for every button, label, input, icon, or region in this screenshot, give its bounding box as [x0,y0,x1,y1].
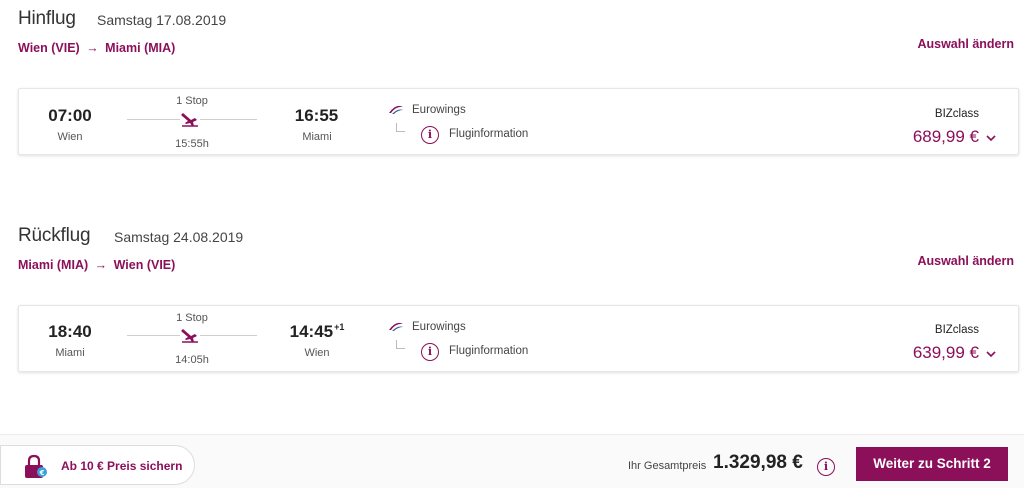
outbound-title: Hinflug [18,8,76,29]
outbound-route: Wien (VIE) → Miami (MIA) [18,41,175,55]
flight-duration: 14:05h [175,354,209,366]
lock-icon: € [25,454,47,478]
plane-descending-icon [180,327,200,343]
plane-descending-icon [180,111,200,127]
secure-price-label: Ab 10 € Preis sichern [61,459,183,473]
fare-class: BIZclass [934,324,979,336]
route-destination: Miami (MIA) [105,41,176,55]
info-icon[interactable]: i [421,126,439,144]
return-change-selection-link[interactable]: Auswahl ändern [917,254,1014,268]
secure-price-button[interactable]: € Ab 10 € Preis sichern [0,445,195,485]
route-origin: Miami (MIA) [18,258,89,272]
fare-price[interactable]: 639,99 € [913,343,979,363]
return-route: Miami (MIA) → Wien (VIE) [18,258,175,272]
route-arrow-icon: → [94,258,108,272]
flight-duration: 15:55h [175,138,209,150]
arrival-time: 14:45+1 [282,322,352,342]
arrival-time: 16:55 [282,106,352,126]
departure-time: 07:00 [48,106,92,125]
info-icon[interactable]: i [817,458,835,476]
departure-time: 18:40 [48,322,92,341]
arrival-time-value: 16:55 [294,106,339,125]
return-flight-card[interactable]: 18:40 Miami 1 Stop 14:05h 14:45+1 Wien E… [18,305,1019,372]
connector-corner [396,123,405,132]
info-icon[interactable]: i [421,343,439,361]
eurowings-logo-icon [389,322,403,331]
eurowings-logo-icon [389,105,403,114]
outbound-change-selection-link[interactable]: Auswahl ändern [917,37,1014,51]
booking-footer: € Ab 10 € Preis sichern Ihr Gesamtpreis … [0,434,1024,488]
chevron-down-icon[interactable] [984,131,998,145]
arrival-city: Miami [302,131,332,143]
outbound-flight-card[interactable]: 07:00 Wien 1 Stop 15:55h 16:55 Miami Eur… [18,88,1019,155]
connector-corner [396,340,405,349]
return-date: Samstag 24.08.2019 [114,229,244,245]
flight-information-link[interactable]: Fluginformation [449,345,528,357]
stops-count: 1 Stop [176,95,208,107]
fare-class: BIZclass [934,108,979,120]
departure-city: Miami [55,347,85,359]
total-price-label: Ihr Gesamtpreis [628,460,707,472]
next-step-button[interactable]: Weiter zu Schritt 2 [856,447,1008,481]
arrival-city: Wien [304,347,330,359]
total-price: 1.329,98 € [713,452,803,473]
outbound-date: Samstag 17.08.2019 [97,12,227,28]
stops-count: 1 Stop [176,312,208,324]
svg-text:€: € [39,469,45,477]
return-title: Rückflug [18,225,91,246]
chevron-down-icon[interactable] [984,347,998,361]
route-arrow-icon: → [86,41,99,55]
airline-name: Eurowings [412,321,466,333]
route-origin: Wien (VIE) [18,41,80,55]
day-offset: +1 [334,322,345,333]
route-destination: Wien (VIE) [113,258,176,272]
airline-name: Eurowings [412,104,466,116]
departure-city: Wien [57,131,83,143]
fare-price[interactable]: 689,99 € [913,127,979,147]
flight-information-link[interactable]: Fluginformation [449,128,528,140]
arrival-time-value: 14:45 [289,322,334,341]
